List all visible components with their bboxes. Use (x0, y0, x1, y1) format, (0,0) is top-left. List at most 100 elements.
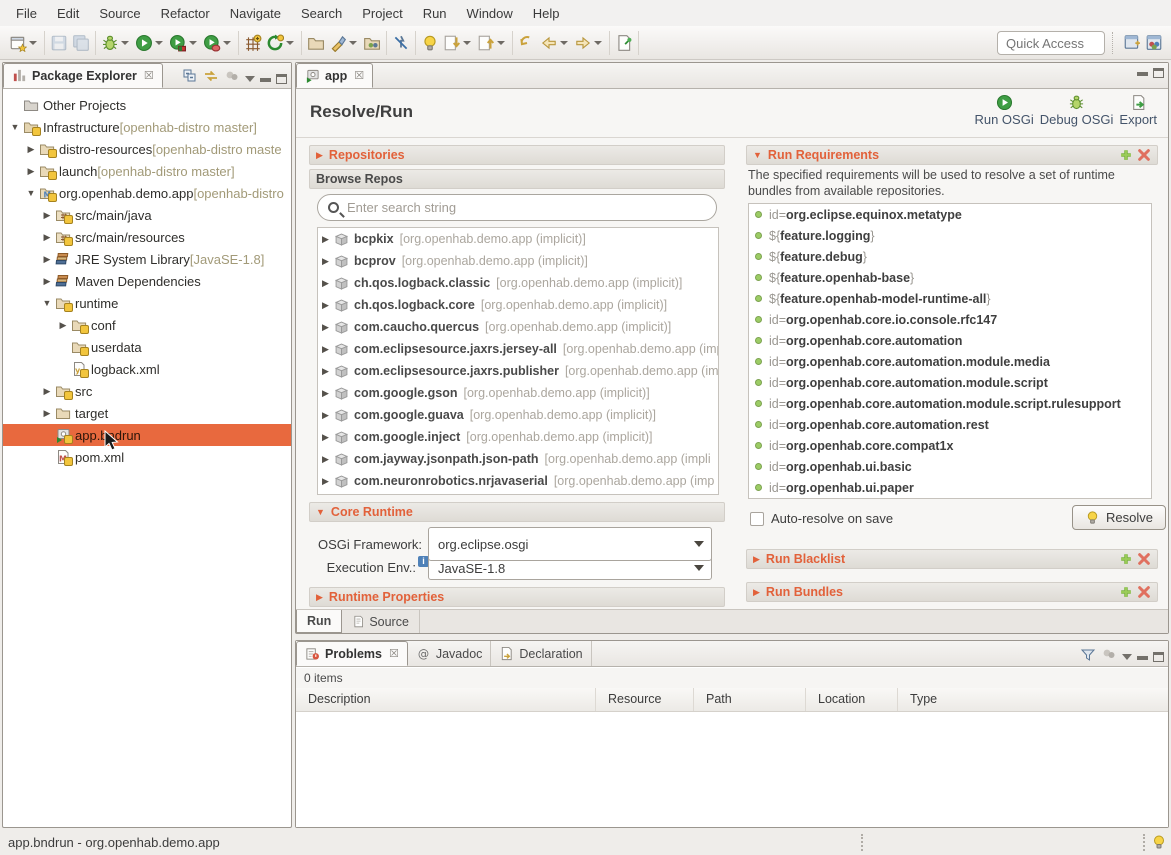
tree-item-jre-system-library[interactable]: ▶ JRE System Library [JavaSE-1.8] (3, 248, 291, 270)
view-menu-icon[interactable] (1122, 654, 1132, 660)
tree-item-infrastructure[interactable]: ▼ Infrastructure [openhab-distro master] (3, 116, 291, 138)
column-location[interactable]: Location (806, 688, 898, 711)
tree-expander-icon[interactable]: ▼ (25, 188, 37, 198)
tree-expander-icon[interactable]: ▶ (41, 254, 53, 265)
tree-item-maven-dependencies[interactable]: ▶ Maven Dependencies (3, 270, 291, 292)
tree-expander-icon[interactable]: ▶ (322, 278, 333, 289)
requirement-item[interactable]: id=org.openhab.core.automation.module.sc… (749, 372, 1151, 393)
repo-item[interactable]: ▶ com.google.inject [org.openhab.demo.ap… (318, 426, 718, 448)
tree-item-conf[interactable]: ▶ conf (3, 314, 291, 336)
tree-expander-icon[interactable]: ▶ (41, 408, 53, 419)
tree-expander-icon[interactable]: ▶ (57, 320, 69, 331)
section-run-bundles[interactable]: ▶ Run Bundles (746, 582, 1158, 602)
remove-bundle-icon[interactable] (1137, 585, 1151, 599)
tree-expander-icon[interactable]: ▶ (322, 234, 333, 245)
remove-requirement-icon[interactable] (1137, 148, 1151, 162)
add-bundle-icon[interactable] (1119, 585, 1133, 599)
menu-project[interactable]: Project (352, 2, 412, 25)
close-icon[interactable]: ☒ (389, 647, 399, 660)
requirement-item[interactable]: id=org.openhab.core.automation (749, 330, 1151, 351)
tree-item-pom-xml[interactable]: M pom.xml (3, 446, 291, 468)
auto-resolve-checkbox[interactable] (750, 512, 764, 526)
focus-on-active-task-button[interactable] (224, 68, 240, 89)
repo-item[interactable]: ▶ com.jayway.jsonpath.json-path [org.ope… (318, 448, 718, 470)
tab-app-bndrun[interactable]: app ☒ (296, 63, 373, 88)
tree-expander-icon[interactable]: ▶ (322, 322, 333, 333)
editor-bottom-tab-run[interactable]: Run (296, 610, 342, 633)
menu-navigate[interactable]: Navigate (220, 2, 291, 25)
prev-annotation-button[interactable] (475, 32, 509, 54)
tree-expander-icon[interactable]: ▶ (322, 432, 333, 443)
new-bnd-project-button[interactable] (242, 32, 264, 54)
repo-item[interactable]: ▶ com.google.gson [org.openhab.demo.app … (318, 382, 718, 404)
tree-expander-icon[interactable]: ▼ (41, 298, 53, 308)
dropdown-arrow-icon[interactable] (286, 41, 294, 45)
requirement-item[interactable]: ${feature.logging} (749, 225, 1151, 246)
menu-source[interactable]: Source (89, 2, 150, 25)
tab-declaration[interactable]: Declaration (491, 641, 591, 666)
requirement-item[interactable]: ${feature.openhab-base} (749, 267, 1151, 288)
menu-search[interactable]: Search (291, 2, 352, 25)
tree-expander-icon[interactable]: ▶ (322, 476, 333, 487)
section-run-blacklist[interactable]: ▶ Run Blacklist (746, 549, 1158, 569)
menu-run[interactable]: Run (413, 2, 457, 25)
tree-item-other-projects[interactable]: Other Projects (3, 94, 291, 116)
column-description[interactable]: Description (296, 688, 596, 711)
view-menu-icon[interactable] (245, 76, 255, 82)
tab-package-explorer[interactable]: Package Explorer ☒ (3, 63, 163, 88)
link-with-editor-button[interactable] (203, 68, 219, 89)
java-perspective-button[interactable] (1145, 33, 1163, 56)
repo-item[interactable]: ▶ com.neuronrobotics.nrjavaserial [org.o… (318, 470, 718, 492)
menu-edit[interactable]: Edit (47, 2, 89, 25)
repo-item[interactable]: ▶ bcpkix [org.openhab.demo.app (implicit… (318, 228, 718, 250)
dropdown-arrow-icon[interactable] (189, 41, 197, 45)
tree-expander-icon[interactable]: ▶ (322, 388, 333, 399)
tree-expander-icon[interactable]: ▶ (41, 232, 53, 243)
tree-item-src[interactable]: ▶ src (3, 380, 291, 402)
dropdown-arrow-icon[interactable] (349, 41, 357, 45)
tree-item-org-openhab-demo-app[interactable]: ▼ M org.openhab.demo.app [openhab-distro (3, 182, 291, 204)
next-annotation-button[interactable] (441, 32, 475, 54)
menu-help[interactable]: Help (523, 2, 570, 25)
add-requirement-icon[interactable] (1119, 148, 1133, 162)
dropdown-arrow-icon[interactable] (497, 41, 505, 45)
save-button[interactable] (48, 32, 70, 54)
new-wizard-button[interactable] (7, 32, 41, 54)
tree-expander-icon[interactable]: ▶ (41, 276, 53, 287)
tree-item-logback-xml[interactable]: y logback.xml (3, 358, 291, 380)
requirement-item[interactable]: id=org.openhab.ui.basic (749, 456, 1151, 477)
tree-expander-icon[interactable]: ▶ (41, 210, 53, 221)
close-icon[interactable]: ☒ (144, 69, 154, 82)
chevron-down-icon[interactable] (687, 565, 711, 571)
requirement-item[interactable]: id=org.openhab.core.automation.rest (749, 414, 1151, 435)
release-workspace-button[interactable] (264, 32, 298, 54)
section-repositories[interactable]: ▶ Repositories (309, 145, 725, 165)
requirement-item[interactable]: id=org.openhab.core.compat1x (749, 435, 1151, 456)
toggle-mark-occurrences-button[interactable] (390, 32, 412, 54)
repo-item[interactable]: ▶ com.google.guava [org.openhab.demo.app… (318, 404, 718, 426)
minimize-icon[interactable] (1137, 72, 1148, 76)
tree-expander-icon[interactable]: ▶ (25, 166, 37, 177)
tree-expander-icon[interactable]: ▶ (322, 454, 333, 465)
dropdown-arrow-icon[interactable] (560, 41, 568, 45)
dropdown-arrow-icon[interactable] (155, 41, 163, 45)
dropdown-arrow-icon[interactable] (594, 41, 602, 45)
requirement-item[interactable]: ${feature.openhab-model-runtime-all} (749, 288, 1151, 309)
section-run-requirements[interactable]: ▼ Run Requirements (746, 145, 1158, 165)
tree-expander-icon[interactable]: ▼ (9, 122, 21, 132)
profile-button[interactable] (201, 32, 235, 54)
pin-editor-button[interactable] (613, 32, 635, 54)
tab-problems[interactable]: Problems☒ (296, 641, 408, 666)
requirement-item[interactable]: id=org.openhab.core.io.console.rfc147 (749, 309, 1151, 330)
debug-osgi-button[interactable]: Debug OSGi (1039, 92, 1115, 129)
last-edit-location-button[interactable] (516, 32, 538, 54)
tree-item-launch[interactable]: ▶ launch [openhab-distro master] (3, 160, 291, 182)
repo-item[interactable]: ▶ com.eclipsesource.jaxrs.jersey-all [or… (318, 338, 718, 360)
tree-expander-icon[interactable]: ▶ (41, 386, 53, 397)
menu-window[interactable]: Window (457, 2, 523, 25)
remove-blacklist-icon[interactable] (1137, 552, 1151, 566)
section-core-runtime[interactable]: ▼ Core Runtime (309, 502, 725, 522)
requirement-item[interactable]: id=org.openhab.core.automation.module.sc… (749, 393, 1151, 414)
collapse-all-button[interactable] (182, 68, 198, 89)
tree-expander-icon[interactable]: ▶ (322, 366, 333, 377)
